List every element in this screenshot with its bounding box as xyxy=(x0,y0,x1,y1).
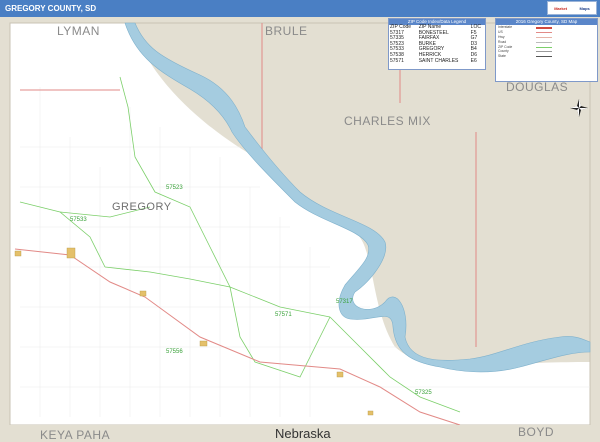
publisher-logo[interactable]: Market Maps xyxy=(547,1,597,15)
legend-row-label: US xyxy=(498,29,503,34)
map-legend-row: State xyxy=(496,54,597,59)
map-title-bar: GREGORY COUNTY, SD Market Maps xyxy=(0,0,600,17)
zip-label: 57523 xyxy=(166,185,183,191)
zip-name-cell: SAINT CHARLES xyxy=(418,57,459,64)
legend-row-label: Interstate xyxy=(498,25,513,29)
map-title: GREGORY COUNTY, SD xyxy=(5,4,97,13)
zip-loc-cell: E6 xyxy=(470,57,477,64)
legend-row-label: ZIP Code xyxy=(498,44,513,49)
county-boundary-symbol xyxy=(536,51,552,53)
state-label-nebraska: Nebraska xyxy=(275,426,331,441)
zip-code-legend: ZIP Code Index/Data Legend ZIP Code ZIP … xyxy=(388,18,486,70)
county-label-brule: BRULE xyxy=(265,24,308,38)
map-legend: 2016 Gregory County, SD Map Interstate U… xyxy=(495,18,598,82)
highway-symbol xyxy=(536,36,552,38)
zip-label: 57533 xyxy=(70,217,87,223)
zip-label: 57317 xyxy=(336,299,353,305)
county-label-lyman: LYMAN xyxy=(57,24,100,38)
zip-code-cell: 57571 xyxy=(390,57,404,64)
legend-row-label: Hwy xyxy=(498,34,505,39)
road-symbol xyxy=(536,41,552,43)
legend-row-label: County xyxy=(498,49,509,54)
county-label-keya-paha: KEYA PAHA xyxy=(40,428,111,442)
zip-legend-row: 57571 SAINT CHARLES E6 xyxy=(389,57,485,65)
zip-label: 57571 xyxy=(275,312,292,318)
legend-row-label: State xyxy=(498,54,506,59)
legend-row-label: Road xyxy=(498,39,507,44)
us-highway-symbol xyxy=(536,31,552,33)
state-boundary-symbol xyxy=(536,56,552,58)
interstate-symbol xyxy=(536,27,552,29)
compass-rose-icon xyxy=(570,99,588,117)
county-label-charles-mix: CHARLES MIX xyxy=(344,114,431,128)
logo-line-2: Maps xyxy=(579,5,590,11)
zip-boundary-symbol xyxy=(536,46,552,48)
county-label-boyd: BOYD xyxy=(518,425,555,439)
county-label-douglas: DOUGLAS xyxy=(506,80,569,94)
zip-label: 57325 xyxy=(415,390,432,396)
logo-line-1: Market xyxy=(554,5,568,11)
county-label-gregory: GREGORY xyxy=(112,201,172,213)
zip-label: 57556 xyxy=(166,349,183,355)
zip-legend-table: ZIP Code ZIP Name LOC 57317 BONESTEEL F5… xyxy=(389,24,485,65)
